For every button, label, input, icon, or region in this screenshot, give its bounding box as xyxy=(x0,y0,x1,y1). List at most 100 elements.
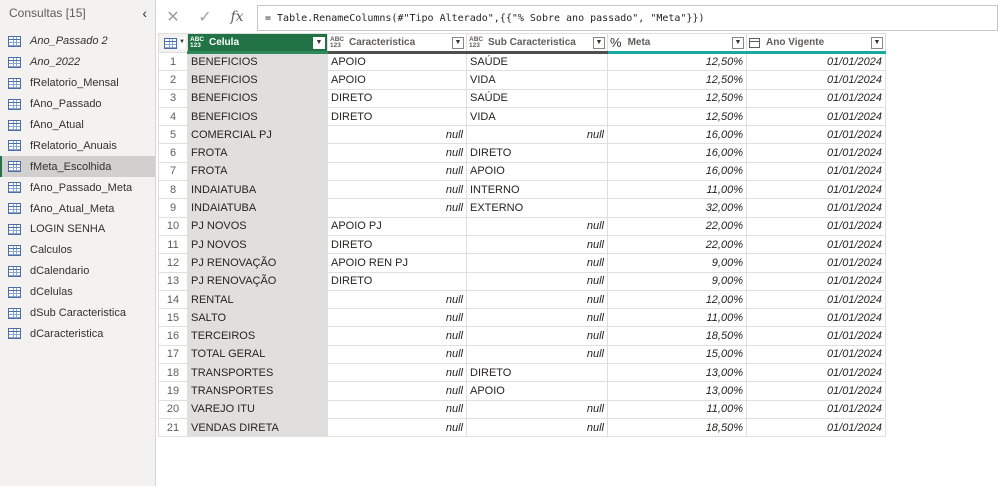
cell-ano-vigente[interactable]: 01/01/2024 xyxy=(746,198,886,218)
cell-celula[interactable]: COMERCIAL PJ xyxy=(187,125,328,145)
cell-caracteristica[interactable]: DIRETO xyxy=(327,234,467,255)
cell-celula[interactable]: VENDAS DIRETA xyxy=(187,417,328,438)
cell-sub-caracteristica[interactable]: VIDA xyxy=(466,70,608,90)
query-item[interactable]: dSub Caracteristica xyxy=(0,303,155,324)
cell-celula[interactable]: BENEFICIOS xyxy=(187,88,328,108)
cell-meta[interactable]: 22,00% xyxy=(607,234,747,255)
query-item[interactable]: fAno_Atual xyxy=(0,115,155,136)
cell-ano-vigente[interactable]: 01/01/2024 xyxy=(746,253,886,273)
cell-meta[interactable]: 11,00% xyxy=(607,308,747,328)
cell-celula[interactable]: PJ RENOVAÇÃO xyxy=(187,271,328,291)
cell-meta[interactable]: 12,50% xyxy=(607,106,747,127)
collapse-pane-icon[interactable]: ‹ xyxy=(142,6,147,20)
query-item[interactable]: fRelatorio_Mensal xyxy=(0,73,155,94)
cell-celula[interactable]: PJ NOVOS xyxy=(187,234,328,255)
cell-ano-vigente[interactable]: 01/01/2024 xyxy=(746,180,886,200)
formula-input[interactable]: = Table.RenameColumns(#"Tipo Alterado",{… xyxy=(257,5,998,31)
query-item[interactable]: fMeta_Escolhida xyxy=(0,156,155,178)
query-item[interactable]: dCaracteristica xyxy=(0,323,155,344)
cell-ano-vigente[interactable]: 01/01/2024 xyxy=(746,234,886,255)
filter-dropdown-icon[interactable]: ▼ xyxy=(313,36,325,49)
cell-ano-vigente[interactable]: 01/01/2024 xyxy=(746,216,886,236)
cell-caracteristica[interactable]: DIRETO xyxy=(327,88,467,108)
cell-ano-vigente[interactable]: 01/01/2024 xyxy=(746,161,886,182)
column-header-celula[interactable]: ABC 123 Celula ▼ xyxy=(187,33,328,54)
cell-caracteristica[interactable]: null xyxy=(327,180,467,200)
cell-sub-caracteristica[interactable]: null xyxy=(466,253,608,273)
cell-celula[interactable]: BENEFICIOS xyxy=(187,70,328,90)
cell-sub-caracteristica[interactable]: null xyxy=(466,344,608,365)
cell-caracteristica[interactable]: APOIO xyxy=(327,51,467,72)
cell-ano-vigente[interactable]: 01/01/2024 xyxy=(746,363,886,383)
query-item[interactable]: fAno_Passado_Meta xyxy=(0,177,155,198)
cell-meta[interactable]: 11,00% xyxy=(607,180,747,200)
cell-celula[interactable]: TERCEIROS xyxy=(187,326,328,346)
query-item[interactable]: dCelulas xyxy=(0,282,155,303)
query-item[interactable]: fAno_Passado xyxy=(0,94,155,115)
cell-celula[interactable]: TRANSPORTES xyxy=(187,363,328,383)
cell-meta[interactable]: 22,00% xyxy=(607,216,747,236)
cell-sub-caracteristica[interactable]: DIRETO xyxy=(466,363,608,383)
cell-caracteristica[interactable]: null xyxy=(327,381,467,401)
cell-caracteristica[interactable]: DIRETO xyxy=(327,106,467,127)
cell-meta[interactable]: 16,00% xyxy=(607,161,747,182)
cell-sub-caracteristica[interactable]: DIRETO xyxy=(466,143,608,163)
cell-meta[interactable]: 18,50% xyxy=(607,326,747,346)
cell-meta[interactable]: 13,00% xyxy=(607,363,747,383)
cell-caracteristica[interactable]: APOIO REN PJ xyxy=(327,253,467,273)
cell-caracteristica[interactable]: null xyxy=(327,308,467,328)
cell-caracteristica[interactable]: null xyxy=(327,417,467,438)
cell-sub-caracteristica[interactable]: null xyxy=(466,216,608,236)
filter-dropdown-icon[interactable]: ▼ xyxy=(452,36,464,49)
cell-celula[interactable]: PJ NOVOS xyxy=(187,216,328,236)
query-item[interactable]: fAno_Atual_Meta xyxy=(0,198,155,219)
query-item[interactable]: dCalendario xyxy=(0,261,155,282)
filter-dropdown-icon[interactable]: ▼ xyxy=(732,36,744,49)
cell-ano-vigente[interactable]: 01/01/2024 xyxy=(746,417,886,438)
cell-ano-vigente[interactable]: 01/01/2024 xyxy=(746,51,886,72)
filter-dropdown-icon[interactable]: ▼ xyxy=(593,36,605,49)
cell-celula[interactable]: BENEFICIOS xyxy=(187,106,328,127)
cell-ano-vigente[interactable]: 01/01/2024 xyxy=(746,106,886,127)
cell-celula[interactable]: PJ RENOVAÇÃO xyxy=(187,253,328,273)
column-header-sub-caracteristica[interactable]: ABC 123 Sub Caracteristica ▼ xyxy=(466,33,608,54)
cell-caracteristica[interactable]: null xyxy=(327,399,467,419)
cell-caracteristica[interactable]: null xyxy=(327,326,467,346)
cell-sub-caracteristica[interactable]: null xyxy=(466,417,608,438)
cell-celula[interactable]: SALTO xyxy=(187,308,328,328)
cell-sub-caracteristica[interactable]: INTERNO xyxy=(466,180,608,200)
cell-sub-caracteristica[interactable]: null xyxy=(466,234,608,255)
query-item[interactable]: Ano_Passado 2 xyxy=(0,31,155,52)
confirm-icon[interactable]: ✓ xyxy=(189,7,221,27)
cell-ano-vigente[interactable]: 01/01/2024 xyxy=(746,70,886,90)
cell-ano-vigente[interactable]: 01/01/2024 xyxy=(746,289,886,310)
cell-ano-vigente[interactable]: 01/01/2024 xyxy=(746,399,886,419)
cell-celula[interactable]: BENEFICIOS xyxy=(187,51,328,72)
cell-meta[interactable]: 16,00% xyxy=(607,125,747,145)
cell-meta[interactable]: 9,00% xyxy=(607,271,747,291)
cell-sub-caracteristica[interactable]: EXTERNO xyxy=(466,198,608,218)
cell-celula[interactable]: VAREJO ITU xyxy=(187,399,328,419)
cell-celula[interactable]: FROTA xyxy=(187,143,328,163)
cell-meta[interactable]: 12,50% xyxy=(607,70,747,90)
cell-ano-vigente[interactable]: 01/01/2024 xyxy=(746,125,886,145)
cell-meta[interactable]: 12,50% xyxy=(607,51,747,72)
cell-celula[interactable]: INDAIATUBA xyxy=(187,198,328,218)
cell-meta[interactable]: 15,00% xyxy=(607,344,747,365)
cell-celula[interactable]: TRANSPORTES xyxy=(187,381,328,401)
cell-sub-caracteristica[interactable]: null xyxy=(466,125,608,145)
cell-meta[interactable]: 32,00% xyxy=(607,198,747,218)
column-header-caracteristica[interactable]: ABC 123 Caracteristica ▼ xyxy=(327,33,467,54)
column-header-meta[interactable]: % Meta ▼ xyxy=(607,33,747,54)
cell-ano-vigente[interactable]: 01/01/2024 xyxy=(746,308,886,328)
cell-caracteristica[interactable]: null xyxy=(327,161,467,182)
query-item[interactable]: LOGIN SENHA xyxy=(0,219,155,240)
cell-caracteristica[interactable]: null xyxy=(327,344,467,365)
cell-ano-vigente[interactable]: 01/01/2024 xyxy=(746,344,886,365)
cell-caracteristica[interactable]: null xyxy=(327,363,467,383)
fx-icon[interactable]: fx xyxy=(221,9,253,25)
query-item[interactable]: Calculos xyxy=(0,240,155,261)
cell-sub-caracteristica[interactable]: APOIO xyxy=(466,381,608,401)
cell-sub-caracteristica[interactable]: null xyxy=(466,326,608,346)
cell-meta[interactable]: 12,00% xyxy=(607,289,747,310)
